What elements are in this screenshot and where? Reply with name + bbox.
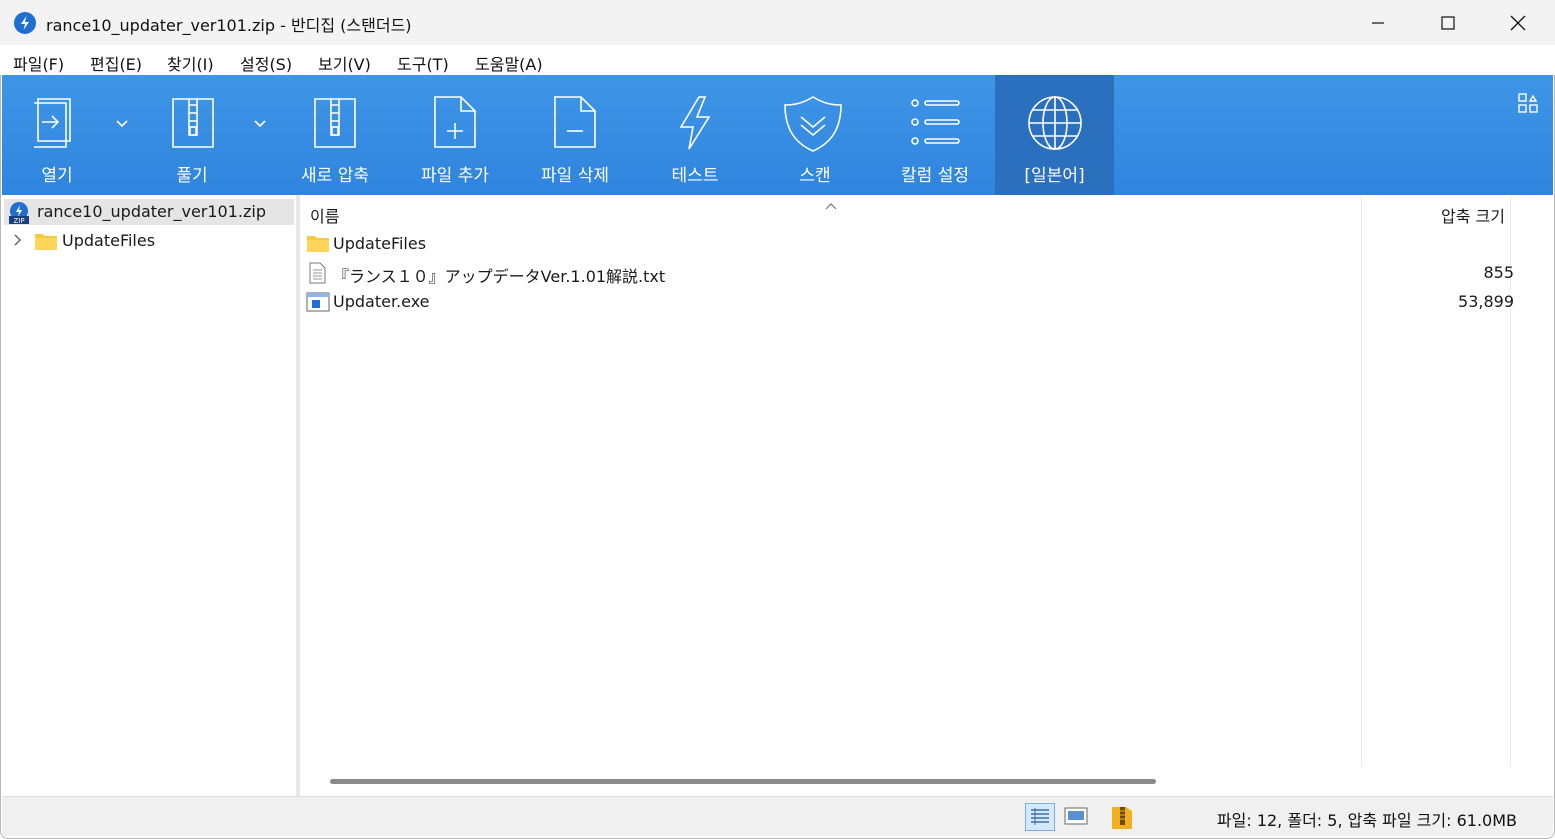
toolbar: 열기 풀기 새로 압축 파일 추가 파일 삭제 테스트 스캔 칼럼 설정 [일본…: [2, 75, 1553, 195]
minimize-button[interactable]: [1343, 0, 1413, 45]
language-label: [일본어]: [1024, 166, 1085, 186]
status-bar: 파일: 12, 폴더: 5, 압축 파일 크기: 61.0MB: [2, 796, 1553, 836]
new-archive-label: 새로 압축: [301, 166, 369, 186]
delete-file-icon: [553, 95, 597, 153]
column-header-name[interactable]: 이름: [310, 203, 339, 227]
sort-ascending-icon: [824, 197, 838, 215]
extract-label: 풀기: [176, 166, 208, 186]
details-view-icon[interactable]: [1025, 803, 1055, 835]
layout-grid-icon[interactable]: [1518, 93, 1538, 117]
menu-tools[interactable]: 도구(T): [397, 51, 449, 75]
exe-file-icon: [306, 291, 330, 317]
menu-bar: 파일(F) 편집(E) 찾기(I) 설정(S) 보기(V) 도구(T) 도움말(…: [0, 45, 1555, 75]
scrollbar-thumb[interactable]: [330, 779, 1156, 784]
file-size: 855: [1483, 263, 1514, 282]
file-name: 『ランス１０』アップデータVer.1.01解説.txt: [333, 267, 666, 286]
open-button[interactable]: 열기: [2, 75, 112, 195]
tree-item-updatefiles[interactable]: UpdateFiles: [2, 229, 292, 253]
svg-text:ZIP: ZIP: [13, 217, 24, 224]
menu-find[interactable]: 찾기(I): [167, 51, 214, 75]
delete-file-label: 파일 삭제: [541, 166, 609, 186]
new-archive-icon: [311, 95, 359, 153]
file-row[interactable]: 『ランス１０』アップデータVer.1.01解説.txt 855: [306, 259, 1516, 287]
scan-label: 스캔: [799, 166, 831, 186]
archive-info-icon[interactable]: [1110, 803, 1134, 835]
open-dropdown-chevron-icon[interactable]: [114, 115, 130, 129]
column-header-compressed-size[interactable]: 압축 크기: [1441, 203, 1505, 227]
chevron-right-icon[interactable]: [12, 233, 22, 251]
folder-tree: ZIP rance10_updater_ver101.zip UpdateFil…: [2, 195, 296, 796]
test-button[interactable]: 테스트: [635, 75, 755, 195]
menu-settings[interactable]: 설정(S): [240, 51, 292, 75]
new-archive-button[interactable]: 새로 압축: [275, 75, 395, 195]
close-button[interactable]: [1483, 0, 1553, 45]
file-row[interactable]: Updater.exe 53,899: [306, 288, 1516, 316]
column-settings-button[interactable]: 칼럼 설정: [875, 75, 995, 195]
test-lightning-icon: [675, 95, 715, 155]
zip-archive-icon: ZIP: [7, 202, 31, 228]
extract-icon: [169, 95, 217, 153]
menu-view[interactable]: 보기(V): [318, 51, 371, 75]
add-file-button[interactable]: 파일 추가: [395, 75, 515, 195]
file-list: 이름 압축 크기 UpdateFiles 『ランス１０』アップデータVer.1.…: [300, 195, 1553, 796]
file-name: Updater.exe: [333, 292, 430, 311]
column-settings-icon: [909, 97, 961, 151]
thumbnail-view-icon[interactable]: [1064, 806, 1088, 830]
extract-button[interactable]: 풀기: [137, 75, 247, 195]
tree-root-label: rance10_updater_ver101.zip: [37, 202, 266, 221]
horizontal-scrollbar[interactable]: [330, 777, 1550, 787]
test-label: 테스트: [671, 166, 719, 186]
text-file-icon: [306, 262, 328, 288]
file-row[interactable]: UpdateFiles: [306, 230, 1516, 258]
open-label: 열기: [41, 166, 73, 186]
scan-button[interactable]: 스캔: [755, 75, 875, 195]
file-size: 53,899: [1458, 292, 1514, 311]
title-bar: rance10_updater_ver101.zip - 반디집 (스탠더드): [0, 0, 1555, 45]
folder-icon: [306, 233, 330, 257]
language-japanese-button[interactable]: [일본어]: [995, 75, 1114, 195]
menu-edit[interactable]: 편집(E): [90, 51, 142, 75]
add-file-label: 파일 추가: [421, 166, 489, 186]
add-file-icon: [433, 95, 477, 153]
tree-item-label: UpdateFiles: [62, 231, 156, 250]
file-name: UpdateFiles: [333, 234, 427, 253]
menu-file[interactable]: 파일(F): [13, 51, 64, 75]
globe-icon: [1027, 95, 1083, 155]
open-archive-icon: [32, 95, 82, 153]
status-summary: 파일: 12, 폴더: 5, 압축 파일 크기: 61.0MB: [1216, 811, 1517, 830]
delete-file-button[interactable]: 파일 삭제: [515, 75, 635, 195]
maximize-button[interactable]: [1413, 0, 1483, 45]
scan-shield-icon: [783, 95, 843, 157]
tree-root-archive[interactable]: ZIP rance10_updater_ver101.zip: [4, 199, 294, 225]
menu-help[interactable]: 도움말(A): [475, 51, 543, 75]
folder-icon: [34, 231, 58, 255]
bandizip-icon: [14, 12, 36, 34]
extract-dropdown-chevron-icon[interactable]: [252, 115, 268, 129]
column-settings-label: 칼럼 설정: [901, 166, 969, 186]
window-title: rance10_updater_ver101.zip - 반디집 (스탠더드): [46, 16, 412, 35]
